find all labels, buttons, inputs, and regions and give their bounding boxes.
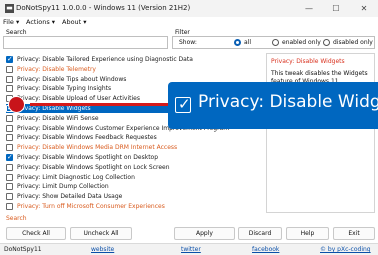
search-input[interactable]: [3, 36, 168, 49]
close-button[interactable]: ✕: [355, 2, 373, 15]
filter-enabled-radio[interactable]: [272, 39, 279, 46]
website-link[interactable]: website: [91, 246, 114, 253]
help-button[interactable]: Help: [286, 227, 329, 240]
setting-row[interactable]: Privacy: Disable Tailored Experience usi…: [6, 55, 261, 64]
setting-row[interactable]: Privacy: Disable Windows Spotlight on De…: [6, 153, 261, 162]
setting-label[interactable]: Privacy: Disable Typing Insights: [17, 84, 111, 93]
setting-checkbox[interactable]: [6, 85, 13, 93]
description-panel: Privacy: Disable Widgets This tweak disa…: [266, 53, 375, 213]
menu-bar: File ▾ Actions ▾ About ▾: [0, 18, 378, 28]
setting-label[interactable]: Privacy: Disable Windows Feedback Reques…: [17, 133, 157, 142]
setting-checkbox[interactable]: [6, 134, 13, 142]
callout-checkbox-icon: ✓: [175, 95, 191, 113]
setting-checkbox[interactable]: [6, 114, 13, 122]
callout-pointer-line: [30, 103, 170, 106]
app-logo-icon: [5, 4, 14, 13]
setting-label[interactable]: Privacy: Show Detailed Data Usage: [17, 192, 122, 201]
check-all-button[interactable]: Check All: [6, 227, 66, 240]
description-title: Privacy: Disable Widgets: [271, 58, 345, 65]
show-label: Show:: [179, 39, 197, 46]
setting-label[interactable]: Privacy: Disable Windows Spotlight on De…: [17, 153, 158, 162]
menu-file[interactable]: File ▾: [3, 18, 19, 26]
twitter-link[interactable]: twitter: [181, 246, 201, 253]
setting-checkbox[interactable]: [6, 163, 13, 171]
uncheck-all-button[interactable]: Uncheck All: [70, 227, 132, 240]
setting-checkbox[interactable]: [6, 153, 13, 161]
menu-about[interactable]: About ▾: [62, 18, 87, 26]
setting-row[interactable]: Privacy: Disable Windows Media DRM Inter…: [6, 143, 261, 152]
discard-button[interactable]: Discard: [238, 227, 282, 240]
filter-enabled-label[interactable]: enabled only: [282, 39, 321, 46]
setting-checkbox[interactable]: [6, 124, 13, 132]
menu-actions[interactable]: Actions ▾: [26, 18, 55, 26]
setting-row[interactable]: Privacy: Disable Telemetry: [6, 65, 261, 74]
zoom-callout: ✓ Privacy: Disable Widgets: [168, 82, 378, 129]
setting-label[interactable]: Privacy: Limit Dump Collection: [17, 182, 109, 191]
setting-checkbox[interactable]: [6, 173, 13, 181]
filter-disabled-label[interactable]: disabled only: [333, 39, 373, 46]
setting-label[interactable]: Privacy: Disable Upload of User Activiti…: [17, 94, 140, 103]
apply-button[interactable]: Apply: [174, 227, 235, 240]
setting-row[interactable]: Privacy: Show Detailed Data Usage: [6, 192, 261, 201]
setting-row[interactable]: Privacy: Disable Windows Feedback Reques…: [6, 133, 261, 142]
setting-row[interactable]: Privacy: Turn off Microsoft Consumer Exp…: [6, 202, 261, 211]
setting-row[interactable]: Privacy: Limit Diagnostic Log Collection: [6, 173, 261, 182]
credit-link[interactable]: © by pXc-coding: [320, 246, 371, 253]
setting-checkbox[interactable]: [6, 65, 13, 73]
exit-button[interactable]: Exit: [333, 227, 375, 240]
setting-row[interactable]: Privacy: Limit Dump Collection: [6, 182, 261, 191]
setting-label[interactable]: Privacy: Disable Windows Spotlight on Lo…: [17, 163, 170, 172]
window-title: DoNotSpy11 1.0.0.0 - Windows 11 (Version…: [16, 4, 191, 12]
setting-label[interactable]: Privacy: Limit Diagnostic Log Collection: [17, 173, 135, 182]
facebook-link[interactable]: facebook: [252, 246, 279, 253]
setting-label[interactable]: Privacy: Disable Telemetry: [17, 65, 96, 74]
status-app-name: DoNotSpy11: [4, 246, 42, 253]
filter-group: Show: all enabled only disabled only: [172, 36, 375, 49]
callout-pointer-dot: [8, 96, 25, 113]
setting-label[interactable]: Privacy: Disable Windows Media DRM Inter…: [17, 143, 177, 152]
settings-list: Privacy: Disable Tailored Experience usi…: [6, 55, 261, 212]
filter-disabled-radio[interactable]: [323, 39, 330, 46]
callout-label: Privacy: Disable Widgets: [198, 92, 378, 112]
setting-label[interactable]: Privacy: Turn off Microsoft Consumer Exp…: [17, 202, 165, 211]
filter-all-radio[interactable]: [234, 39, 241, 46]
filter-all-label[interactable]: all: [244, 39, 251, 46]
setting-label[interactable]: Privacy: Disable Tailored Experience usi…: [17, 55, 193, 64]
setting-label[interactable]: Privacy: Disable Tips about Windows: [17, 75, 126, 84]
status-bar: DoNotSpy11 website twitter facebook © by…: [0, 243, 378, 255]
bottom-search-label[interactable]: Search: [6, 215, 27, 222]
setting-checkbox[interactable]: [6, 144, 13, 152]
maximize-button[interactable]: ☐: [327, 2, 345, 15]
title-bar: DoNotSpy11 1.0.0.0 - Windows 11 (Version…: [0, 0, 378, 17]
setting-checkbox[interactable]: [6, 193, 13, 201]
setting-checkbox[interactable]: [6, 75, 13, 83]
setting-checkbox[interactable]: [6, 183, 13, 191]
filter-label: Filter: [175, 29, 190, 36]
minimize-button[interactable]: —: [300, 2, 318, 15]
search-label: Search: [6, 29, 27, 36]
setting-checkbox[interactable]: [6, 203, 13, 210]
setting-label[interactable]: Privacy: Disable WiFi Sense: [17, 114, 99, 123]
setting-row[interactable]: Privacy: Disable Windows Spotlight on Lo…: [6, 163, 261, 172]
setting-checkbox[interactable]: [6, 55, 13, 63]
